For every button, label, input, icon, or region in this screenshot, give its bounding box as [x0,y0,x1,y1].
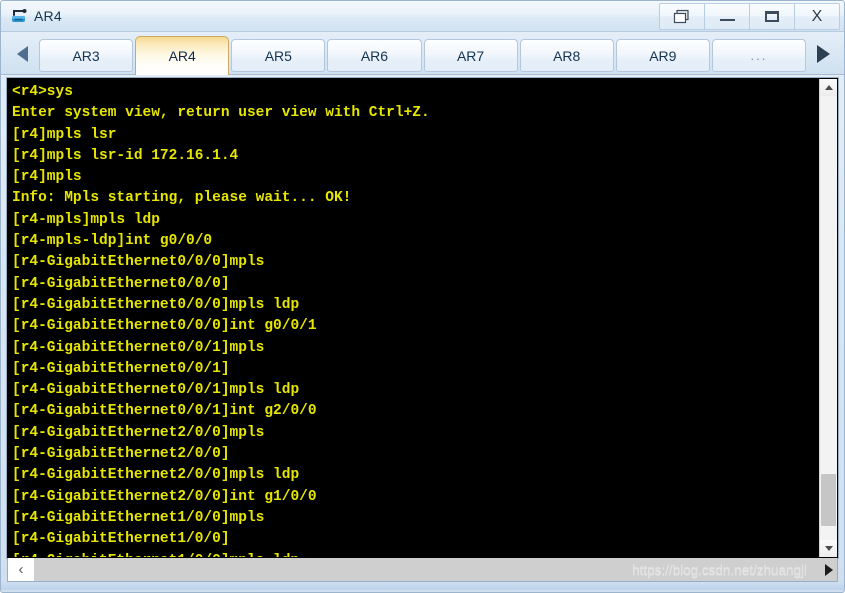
maximize-icon [765,11,779,22]
terminal-line: [r4-GigabitEthernet0/0/1]mpls [12,339,265,356]
terminal-line: [r4-GigabitEthernet0/0/0]mpls [12,254,265,271]
terminal-line: Info: Mpls starting, please wait... OK! [12,190,352,207]
terminal-line: [r4-GigabitEthernet0/0/0] [12,275,230,292]
chevron-down-icon [824,546,833,551]
close-icon: X [811,7,823,25]
terminal-line: [r4-GigabitEthernet0/0/0]mpls ldp [12,296,300,313]
chevron-right-icon [816,45,830,63]
window-bottom-edge [1,582,844,590]
tab-label: AR9 [649,47,677,64]
chevron-left-icon: ‹ [18,561,24,578]
tab-ar6[interactable]: AR6 [327,39,422,72]
tab-ar4[interactable]: AR4 [135,36,230,75]
scroll-left-button[interactable]: ‹ [8,558,34,581]
terminal-line: [r4]mpls lsr [12,126,117,143]
vertical-scrollbar[interactable] [819,79,837,557]
horizontal-scroll-track[interactable]: https://blog.csdn.net/zhuangji [34,558,821,581]
minimize-icon [719,19,735,21]
tab-ar9[interactable]: AR9 [615,39,710,72]
terminal-line: [r4-GigabitEthernet0/0/1]mpls ldp [12,382,300,399]
window-controls: X [659,3,840,30]
horizontal-scrollbar[interactable]: ‹ https://blog.csdn.net/zhuangji [7,558,838,582]
terminal-line: [r4-GigabitEthernet0/0/1] [12,360,230,377]
router-icon [12,9,27,22]
terminal-line: [r4-GigabitEthernet1/0/0]mpls ldp [12,551,819,557]
scroll-right-button[interactable] [821,558,837,581]
terminal-line: [r4-GigabitEthernet2/0/0] [12,446,230,463]
restore-button[interactable] [659,3,705,30]
tab-label: AR4 [168,48,196,64]
watermark-text: https://blog.csdn.net/zhuangji [632,562,807,577]
tab-label: AR7 [456,47,485,64]
tab-label: AR8 [553,47,581,64]
tab-label: AR3 [72,47,100,64]
tab-scroll-left-button[interactable] [5,34,39,74]
tab-ar3[interactable]: AR3 [39,39,134,72]
terminal-output[interactable]: <r4>sys Enter system view, return user v… [8,79,819,557]
tab-ar8[interactable]: AR8 [519,39,614,72]
chevron-right-icon [825,563,833,576]
close-button[interactable]: X [795,3,840,30]
tab-list: AR3 AR4 AR5 AR6 AR7 AR8 AR9 ... [39,34,806,75]
terminal-line: [r4-GigabitEthernet1/0/0] [12,531,230,548]
tab-label: AR6 [360,47,389,64]
chevron-up-icon [824,85,833,90]
terminal-frame: <r4>sys Enter system view, return user v… [7,78,838,558]
terminal-line: <r4>sys [12,84,73,100]
terminal-line: [r4-mpls]mpls ldp [12,211,160,228]
scroll-up-button[interactable] [820,79,837,96]
maximize-button[interactable] [750,3,795,30]
terminal-line: [r4]mpls lsr-id 172.16.1.4 [12,147,239,164]
terminal-line: [r4-mpls-ldp]int g0/0/0 [12,233,213,250]
terminal-line: [r4-GigabitEthernet1/0/0]mpls [12,509,265,526]
tab-ar7[interactable]: AR7 [423,39,518,72]
terminal-line: [r4-GigabitEthernet0/0/1]int g2/0/0 [12,403,317,420]
scroll-down-button[interactable] [820,540,837,557]
terminal-line: [r4-GigabitEthernet0/0/0]int g0/0/1 [12,318,317,335]
router-cli-window: AR4 X AR3 AR4 AR5 AR6 AR7 AR8 AR9 ... <r… [0,0,845,593]
terminal-line: [r4-GigabitEthernet2/0/0]mpls [12,424,265,441]
restore-icon [673,9,689,23]
tab-overflow[interactable]: ... [711,39,806,72]
tab-label: AR5 [264,47,292,64]
terminal-line: [r4]mpls [12,169,82,186]
window-title: AR4 [34,8,62,24]
tab-label: ... [750,48,768,63]
terminal-line: [r4-GigabitEthernet2/0/0]mpls ldp [12,467,300,484]
terminal-line: [r4-GigabitEthernet2/0/0]int g1/0/0 [12,488,317,505]
tab-scroll-right-button[interactable] [806,34,840,74]
vertical-scroll-track[interactable] [820,96,837,540]
vertical-scroll-thumb[interactable] [821,474,836,526]
tab-ar5[interactable]: AR5 [231,39,326,72]
chevron-left-icon [16,46,28,62]
minimize-button[interactable] [705,3,750,30]
title-bar: AR4 X [1,1,844,32]
terminal-line: Enter system view, return user view with… [12,105,430,122]
device-tab-bar: AR3 AR4 AR5 AR6 AR7 AR8 AR9 ... [1,32,844,75]
